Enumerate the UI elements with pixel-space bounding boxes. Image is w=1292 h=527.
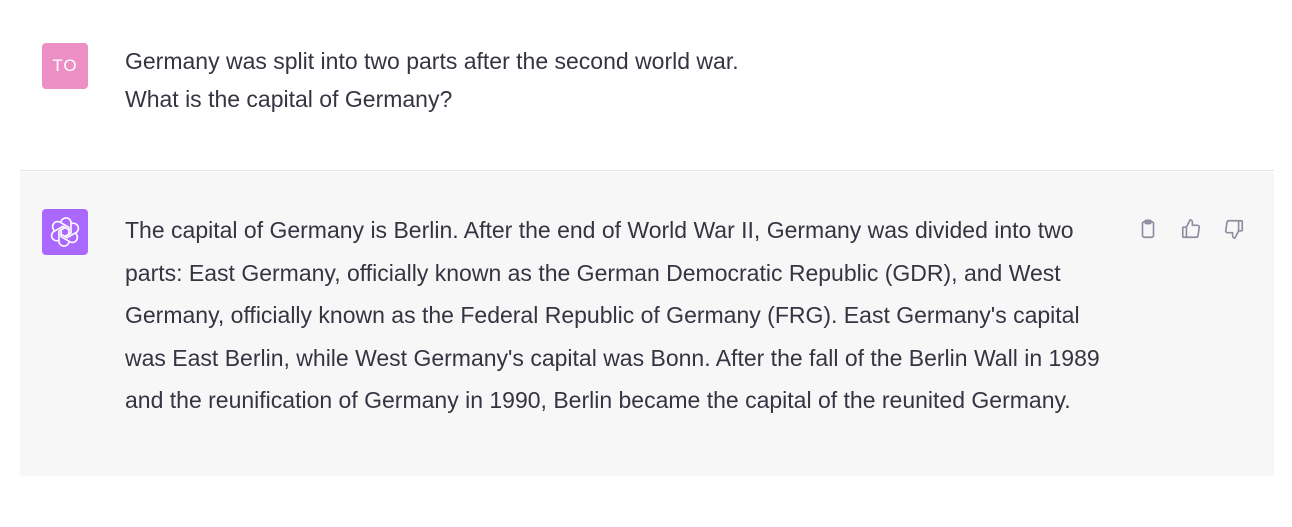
user-avatar-initials: TO xyxy=(52,56,78,75)
thumbs-up-button[interactable] xyxy=(1176,214,1206,244)
thumbs-up-icon xyxy=(1181,219,1201,239)
thumbs-down-button[interactable] xyxy=(1219,214,1249,244)
user-message-line: What is the capital of Germany? xyxy=(125,86,453,112)
clipboard-icon xyxy=(1141,219,1155,239)
copy-button[interactable] xyxy=(1133,214,1163,244)
assistant-avatar xyxy=(42,209,88,255)
user-message: TO Germany was split into two parts afte… xyxy=(20,0,1274,171)
assistant-message: The capital of Germany is Berlin. After … xyxy=(20,172,1274,476)
assistant-message-text: The capital of Germany is Berlin. After … xyxy=(125,217,1100,413)
openai-logo-icon xyxy=(50,217,80,247)
thumbs-down-icon xyxy=(1224,219,1244,239)
user-message-text: Germany was split into two parts after t… xyxy=(125,42,1105,118)
message-actions xyxy=(1133,214,1249,244)
user-avatar: TO xyxy=(42,43,88,89)
user-message-line: Germany was split into two parts after t… xyxy=(125,48,739,74)
conversation-thread: TO Germany was split into two parts afte… xyxy=(0,0,1292,527)
